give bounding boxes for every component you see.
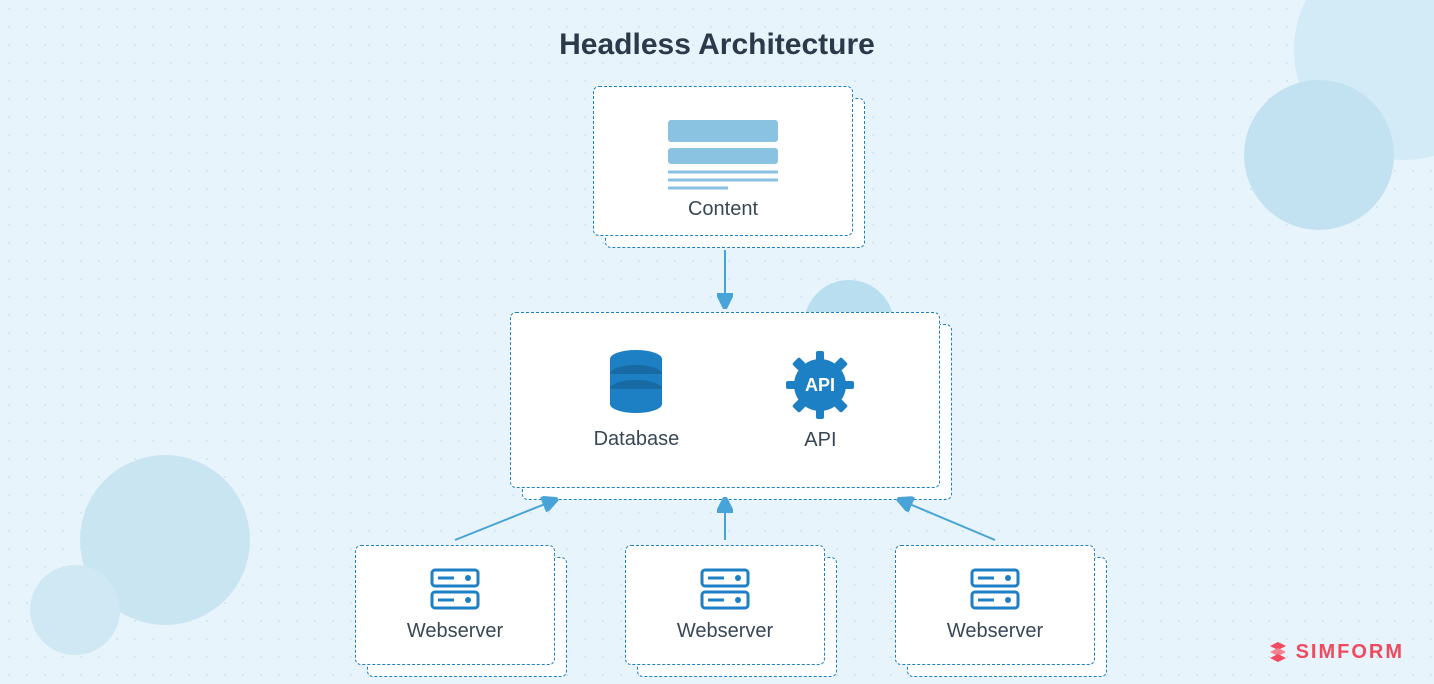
edges-layer (0, 0, 1434, 684)
brand-logo: SIMFORM (1266, 640, 1404, 664)
edge-ws1-to-mid (455, 500, 555, 540)
edge-ws3-to-mid (900, 500, 995, 540)
brand-mark-icon (1266, 640, 1290, 664)
brand-text: SIMFORM (1296, 641, 1404, 664)
